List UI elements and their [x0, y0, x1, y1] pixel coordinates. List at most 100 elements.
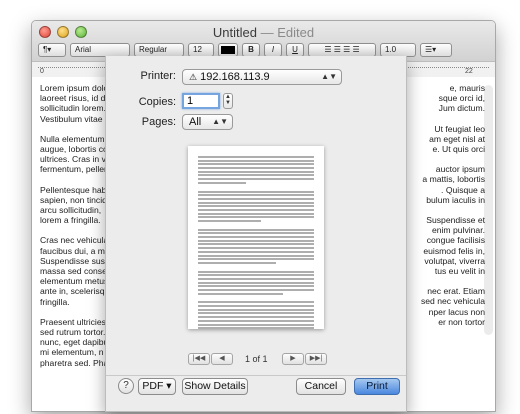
preview-line [198, 170, 314, 173]
document-line: tus eu velit in [434, 266, 485, 277]
document-line: congue facilisis [426, 235, 485, 246]
font-family-select[interactable]: Arial [70, 43, 130, 57]
format-toolbar: ¶▾ Arial Regular 12 B I U ☰ ☰ ☰ ☰ 1.0 ☰▾ [38, 43, 452, 57]
page-indicator: 1 of 1 [245, 354, 268, 364]
document-line: er non tortor [438, 316, 485, 327]
preview-line [198, 232, 314, 235]
document-line: enim pulvinar. [431, 225, 485, 236]
last-page-icon[interactable]: ▶▶| [305, 353, 327, 365]
preview-line [198, 156, 314, 158]
preview-line [198, 312, 314, 315]
font-style-select[interactable]: Regular [134, 43, 184, 57]
document-text-right: e, mauris sque orci id, Jum dictum. Ut feug… [405, 83, 485, 327]
document-line: sque orci id, [438, 93, 485, 104]
show-details-button[interactable]: Show Details [182, 378, 248, 395]
preview-line [198, 323, 314, 326]
bold-button[interactable]: B [242, 43, 260, 57]
document-line: Jum dictum. [438, 103, 485, 114]
copies-input[interactable]: 1 [182, 93, 220, 109]
preview-line [198, 205, 314, 208]
line-spacing-select[interactable]: 1.0 [380, 43, 416, 57]
printer-value: 192.168.113.9 [200, 71, 270, 83]
popup-arrows-icon: ▲▼ [321, 72, 337, 81]
preview-line [198, 292, 283, 295]
preview-line [198, 258, 314, 261]
preview-line [198, 316, 314, 319]
preview-line [198, 194, 314, 197]
prev-page-icon[interactable]: ◀ [211, 353, 233, 365]
preview-line [198, 167, 314, 170]
preview-line [198, 208, 314, 211]
ruler-tick-start: 0 [40, 68, 44, 75]
preview-line [198, 250, 314, 253]
preview-line [198, 319, 314, 322]
document-line: . Quisque a [441, 184, 485, 195]
alignment-buttons[interactable]: ☰ ☰ ☰ ☰ [308, 43, 376, 57]
preview-line [198, 181, 246, 184]
preview-line [198, 281, 314, 284]
help-button[interactable]: ? [118, 378, 134, 394]
pages-value: All [189, 116, 202, 128]
copies-stepper[interactable]: ▲ ▼ [223, 93, 233, 109]
preview-line [198, 289, 314, 291]
document-line: volutpat, viverra [424, 255, 485, 266]
preview-text [198, 156, 314, 329]
document-line: Ut feugiat leo [434, 123, 485, 134]
cancel-button[interactable]: Cancel [296, 378, 346, 395]
underline-button[interactable]: U [286, 43, 304, 57]
next-page-icon[interactable]: ▶ [282, 353, 304, 365]
preview-line [198, 254, 314, 257]
pages-select[interactable]: All ▲▼ [182, 114, 233, 130]
preview-line [198, 220, 261, 222]
preview-line [198, 216, 314, 219]
preview-line [198, 239, 314, 242]
document-line: e, mauris [449, 83, 485, 93]
document-line: bulum iaculis in [426, 194, 485, 205]
preview-line [198, 159, 314, 162]
window-title: Untitled — Edited [32, 25, 495, 40]
preview-line [198, 308, 314, 311]
document-line: nec erat. Etiam [427, 286, 485, 297]
text-color-well[interactable] [218, 43, 238, 57]
document-line: nper lacus non [428, 306, 485, 317]
preview-line [198, 212, 314, 215]
preview-line [198, 197, 314, 200]
sheet-divider [106, 375, 406, 376]
edited-indicator: — Edited [260, 25, 315, 40]
paragraph-style-button[interactable]: ¶▾ [38, 43, 66, 57]
preview-line [198, 236, 314, 239]
page-preview [188, 146, 324, 329]
preview-line [198, 228, 314, 231]
preview-line [198, 261, 276, 264]
preview-line [198, 277, 314, 280]
preview-line [198, 270, 314, 273]
preview-line [198, 285, 314, 288]
print-button[interactable]: Print [354, 378, 400, 395]
preview-line [198, 163, 314, 166]
list-style-select[interactable]: ☰▾ [420, 43, 452, 57]
document-line: auctor ipsum [435, 164, 485, 175]
vertical-scrollbar[interactable] [484, 85, 493, 335]
document-title: Untitled [212, 25, 257, 40]
preview-line [198, 247, 314, 250]
ruler-tick-end: 22 [465, 68, 473, 75]
copies-label: Copies: [138, 96, 176, 108]
printer-select[interactable]: ⚠ 192.168.113.9 ▲▼ [182, 69, 342, 85]
preview-line [198, 190, 314, 193]
popup-arrows-icon: ▲▼ [212, 117, 228, 126]
first-page-icon[interactable]: |◀◀ [188, 353, 210, 365]
preview-line [198, 305, 314, 308]
italic-button[interactable]: I [264, 43, 282, 57]
preview-line [198, 243, 314, 246]
printer-label: Printer: [140, 70, 176, 82]
pdf-button[interactable]: PDF ▾ [138, 378, 176, 395]
document-line: am eget nisl at [429, 133, 485, 144]
font-size-select[interactable]: 12 [188, 43, 214, 57]
pages-label: Pages: [141, 116, 176, 128]
print-sheet: Printer: ⚠ 192.168.113.9 ▲▼ Copies: 1 ▲ ▼… [105, 56, 407, 412]
document-line: sed nec vehicula [420, 296, 485, 307]
document-line: a mattis, lobortis [422, 174, 485, 185]
